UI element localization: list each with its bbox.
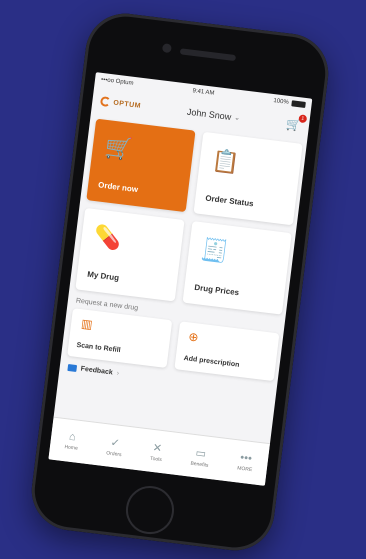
dots-icon: •••: [239, 451, 253, 466]
feedback-label: Feedback: [80, 365, 114, 377]
tile-label: Order Status: [204, 193, 255, 209]
tab-label: MORE: [236, 465, 253, 474]
main-tiles: 🛒 Order now 📋 Order Status 💊 My Drug 🧾 D…: [69, 114, 307, 315]
camera: [161, 43, 172, 54]
optum-logo-icon: [99, 95, 112, 108]
feedback-icon: [67, 363, 78, 373]
tab-label: Home: [64, 444, 79, 452]
order-now-tile[interactable]: 🛒 Order now: [86, 118, 196, 213]
tab-label: Benefits: [190, 460, 209, 469]
home-icon: ⌂: [68, 430, 77, 444]
tab-benefits[interactable]: ▭ Benefits: [190, 445, 211, 469]
plus-circle-icon: ⊕: [187, 329, 200, 345]
tile-label: Order now: [97, 180, 139, 195]
clock: 9:41 AM: [192, 88, 215, 97]
tab-orders[interactable]: ✓ Orders: [105, 435, 124, 458]
app-screen: •••oo Optum 9:41 AM 100% OPTUM John Snow…: [48, 72, 313, 486]
user-name: John Snow: [186, 106, 232, 122]
chevron-right-icon: ›: [116, 369, 120, 378]
cart-button[interactable]: 🛒 1: [285, 114, 308, 133]
barcode-icon: ▥: [80, 316, 94, 332]
drug-prices-tile[interactable]: 🧾 Drug Prices: [182, 221, 292, 315]
tab-tools[interactable]: ✕ Tools: [150, 440, 164, 462]
my-drug-tile[interactable]: 💊 My Drug: [75, 207, 185, 302]
speaker: [179, 48, 237, 62]
battery-icon: [291, 100, 306, 108]
cart-icon: 🛒: [103, 133, 134, 163]
carrier-label: •••oo Optum: [100, 76, 134, 87]
order-status-tile[interactable]: 📋 Order Status: [193, 131, 303, 226]
document-check-icon: 📋: [210, 147, 241, 176]
card-icon: ▭: [194, 446, 207, 460]
tools-icon: ✕: [152, 441, 163, 455]
cart-badge: 1: [298, 114, 308, 124]
chevron-down-icon: ⌄: [233, 114, 241, 123]
tab-label: Orders: [105, 449, 122, 458]
pill-icon: 💊: [92, 223, 123, 252]
price-document-icon: 🧾: [199, 236, 230, 265]
user-selector[interactable]: John Snow ⌄: [186, 107, 240, 123]
tile-label: My Drug: [86, 269, 120, 283]
check-circle-icon: ✓: [109, 436, 121, 450]
tab-label: Tools: [149, 455, 163, 463]
brand-logo: OPTUM: [99, 95, 142, 111]
logo-text: OPTUM: [112, 99, 142, 110]
tab-home[interactable]: ⌂ Home: [64, 430, 80, 452]
home-button[interactable]: [123, 483, 177, 537]
tile-label: Drug Prices: [193, 282, 240, 298]
tab-bar: ⌂ Home ✓ Orders ✕ Tools ▭ Benefits ••• M…: [48, 416, 271, 486]
battery-percent: 100%: [273, 98, 290, 106]
action-label: Scan to Refill: [76, 341, 121, 355]
action-label: Add prescription: [183, 355, 240, 369]
phone-frame: •••oo Optum 9:41 AM 100% OPTUM John Snow…: [27, 9, 333, 555]
tab-more[interactable]: ••• MORE: [237, 451, 254, 473]
battery-indicator: 100%: [273, 98, 306, 108]
